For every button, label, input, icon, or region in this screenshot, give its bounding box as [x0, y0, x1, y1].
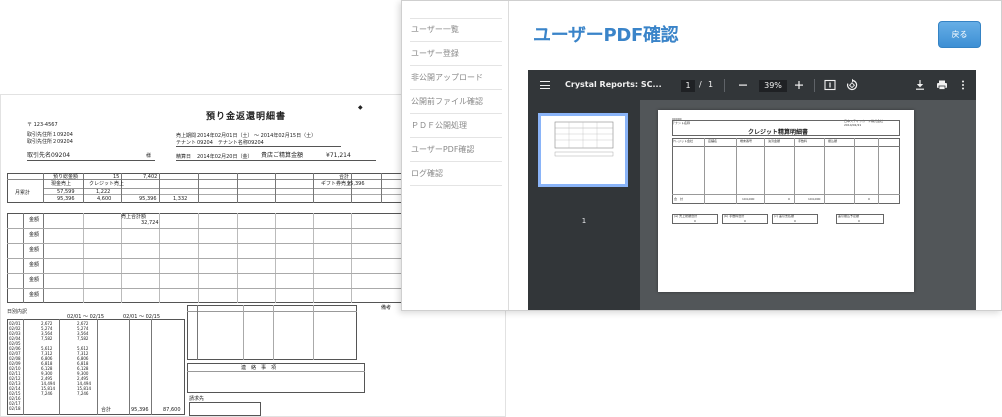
sidebar-item-user-pdf-check[interactable]: ユーザーPDF確認	[410, 138, 502, 162]
daily-row-value-2: 7,246	[77, 391, 89, 396]
postal-code: 〒 123-4567	[27, 122, 58, 128]
bottom-box	[189, 402, 261, 416]
daily-row-value-2: 7,582	[77, 336, 89, 341]
rotate-icon[interactable]	[845, 78, 859, 92]
pdf-box-3-val: 0	[794, 219, 796, 223]
return-label: 貴店ご精算金額	[261, 152, 304, 159]
pdf-box-4-val: 0	[858, 219, 860, 223]
pdf-total-amount: 104,000	[742, 197, 755, 201]
daily-total: 95,396	[131, 407, 149, 413]
totals-row-3: 95,396	[347, 181, 365, 187]
header-total: 合計	[339, 174, 350, 180]
grid-amount-3: 金額	[29, 247, 40, 253]
daily-row-date: 02/18	[9, 406, 21, 411]
download-icon[interactable]	[913, 78, 927, 92]
daily-total-label: 合計	[101, 407, 112, 413]
val-f: 1,332	[173, 196, 188, 202]
daily-label: 日別内訳	[7, 309, 28, 315]
monthly-label: 月累計	[15, 190, 31, 196]
sidebar-item-log-check[interactable]: ログ確認	[410, 162, 502, 186]
header-deposit: 預り総金額	[53, 174, 79, 180]
pdf-box-1-label: (a) 売上総額合計	[674, 214, 698, 218]
page-thumbnail[interactable]	[538, 113, 628, 187]
zoom-level-input[interactable]: 39%	[759, 80, 787, 92]
pdf-document-title: Crystal Reports: SC...	[565, 80, 662, 89]
daily-total-2: 87,600	[163, 407, 181, 413]
pdf-toolbar: Crystal Reports: SC... 1 / 1 39%	[528, 70, 976, 100]
val-d: 1,222	[96, 189, 111, 195]
grid-amount-6: 金額	[29, 292, 40, 298]
main-content: ユーザーPDF確認 戻る Crystal Reports: SC... 1 / …	[510, 1, 1001, 310]
pdf-total-zero-2: 0	[868, 197, 870, 201]
val-g: 32,724	[141, 220, 159, 226]
val-a: 57,599	[57, 189, 75, 195]
category-table	[187, 305, 357, 360]
honorific: 様	[146, 153, 152, 159]
pdf-page: 00000 テナント名称 クレジット精算明細書 日本ステイツカード株式会社 20…	[658, 110, 914, 292]
pdf-viewer: Crystal Reports: SC... 1 / 1 39% 1 00000…	[528, 70, 976, 310]
pdf-box-2-val: 0	[744, 219, 746, 223]
val-b: 15	[113, 174, 120, 180]
sales-period: 2014年02月01日（土） ～ 2014年02月15日（土）	[197, 133, 317, 139]
val-e: 4,600	[97, 196, 112, 202]
sidebar-item-private-upload[interactable]: 非公開アップロード	[410, 66, 502, 90]
header-cash: 現金売上	[51, 181, 72, 187]
daily-row-value: 7,582	[41, 336, 53, 341]
pdf-total-amount-2: 104,000	[808, 197, 821, 201]
diamond-mark-icon: ◆	[358, 104, 363, 111]
fit-page-icon[interactable]	[823, 78, 837, 92]
back-button[interactable]: 戻る	[938, 21, 981, 48]
totals-row: 95,396	[57, 196, 75, 202]
grid-amount-1: 金額	[29, 217, 40, 223]
client-address-1: 取引先住所１09204	[27, 132, 73, 138]
thumbnail-pane: 1	[528, 100, 640, 310]
statement-title: 預り金返還明細書	[206, 112, 287, 122]
sidebar-item-pdf-publish[interactable]: ＰＤＦ公開処理	[410, 114, 502, 138]
daily-row-value: 7,246	[41, 391, 53, 396]
app-window: ユーザー一覧 ユーザー登録 非公開アップロード 公開前ファイル確認 ＰＤＦ公開処…	[401, 0, 1002, 311]
page-title: ユーザーPDF確認	[533, 25, 679, 46]
header-credit: クレジット売上	[89, 181, 125, 187]
more-vert-icon[interactable]	[956, 78, 970, 92]
page-separator: /	[699, 80, 702, 89]
client-name: 取引先名09204	[27, 152, 71, 159]
pdf-box-2-label: (b) 手数料合計	[724, 214, 745, 218]
sidebar-item-user-register[interactable]: ユーザー登録	[410, 42, 502, 66]
page-total: 1	[708, 80, 714, 89]
sidebar-item-user-list[interactable]: ユーザー一覧	[410, 18, 502, 42]
sidebar-item-prepublish-check[interactable]: 公開前ファイル確認	[410, 90, 502, 114]
thumbnail-page-number: 1	[581, 217, 587, 225]
client-address-2: 取引先住所２09204	[27, 139, 73, 145]
pdf-box-3-label: (c) 差引支払額	[774, 214, 794, 218]
pdf-total-label: 合 計	[674, 197, 684, 201]
grid-amount-2: 金額	[29, 232, 40, 238]
grid-amount-5: 金額	[29, 277, 40, 283]
sales-period-label: 売上期間	[176, 133, 197, 139]
remarks-label: 備考	[381, 305, 392, 311]
return-amount: ¥71,214	[326, 152, 351, 159]
pdf-box-1-val: 0	[694, 219, 696, 223]
hamburger-menu-icon[interactable]	[540, 81, 550, 89]
totals-row-2: 95,396	[139, 196, 157, 202]
grid-amount-4: 金額	[29, 262, 40, 268]
zoom-in-icon[interactable]	[792, 78, 806, 92]
print-icon[interactable]	[935, 78, 949, 92]
sidebar-menu: ユーザー一覧 ユーザー登録 非公開アップロード 公開前ファイル確認 ＰＤＦ公開処…	[402, 1, 509, 310]
thumbnail-preview	[554, 121, 614, 157]
pdf-box-4-label: 差引振込予定額	[838, 214, 860, 218]
page-number-input[interactable]: 1	[681, 80, 695, 92]
pdf-total-zero-1: 0	[788, 197, 790, 201]
daily-table	[7, 319, 185, 415]
zoom-out-icon[interactable]	[736, 78, 750, 92]
val-c: 7,402	[143, 174, 158, 180]
